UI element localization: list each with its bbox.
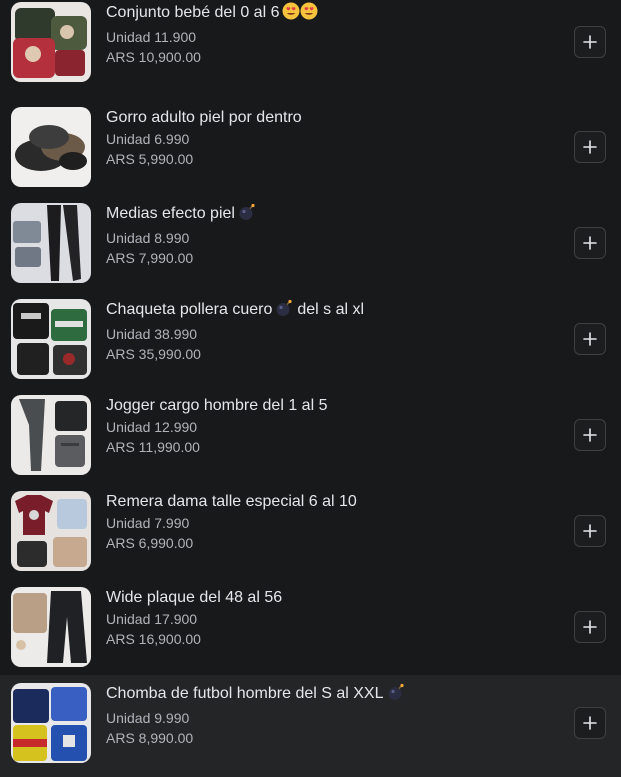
plus-icon xyxy=(583,620,597,634)
product-info: Gorro adulto piel por dentro Unidad 6.99… xyxy=(106,107,302,169)
ars-price: ARS 8,990.00 xyxy=(106,730,194,746)
product-row[interactable]: Remera dama talle especial 6 al 10 Unida… xyxy=(0,483,621,579)
product-row[interactable]: Chaqueta pollera cuero del s al xl Unidad… xyxy=(0,291,621,387)
product-info: Remera dama talle especial 6 al 10 Unida… xyxy=(106,491,357,553)
jogger-thumbnail[interactable] xyxy=(11,395,91,475)
ars-price: ARS 11,990.00 xyxy=(106,439,200,455)
product-row[interactable]: Chomba de futbol hombre del S al XXL Uni… xyxy=(0,675,621,777)
baby-set-thumbnail[interactable] xyxy=(11,2,91,82)
product-title: Conjunto bebé del 0 al 6 xyxy=(106,2,318,27)
plus-icon xyxy=(583,140,597,154)
unit-price: Unidad 17.900 xyxy=(106,611,198,627)
ars-price: ARS 7,990.00 xyxy=(106,250,194,266)
plus-icon xyxy=(583,35,597,49)
product-row[interactable]: Wide plaque del 48 al 56 Unidad 17.900 A… xyxy=(0,579,621,675)
add-button[interactable] xyxy=(574,611,606,643)
unit-price: Unidad 7.990 xyxy=(106,515,190,531)
beanie-image xyxy=(11,107,91,187)
plus-icon xyxy=(583,524,597,538)
product-title: Gorro adulto piel por dentro xyxy=(106,109,302,126)
heart-eyes-emoji-icon xyxy=(282,2,318,27)
add-button[interactable] xyxy=(574,227,606,259)
product-list: Conjunto bebé del 0 al 6 Unidad 11.900 A… xyxy=(0,0,621,777)
add-button[interactable] xyxy=(574,131,606,163)
wide-pants-image xyxy=(11,587,91,667)
unit-price: Unidad 6.990 xyxy=(106,131,190,147)
product-info: Wide plaque del 48 al 56 Unidad 17.900 A… xyxy=(106,587,282,649)
product-row[interactable]: Medias efecto piel Unidad 8.990 ARS 7,99… xyxy=(0,195,621,291)
soccer-shirt-image xyxy=(11,683,91,763)
tshirt-image xyxy=(11,491,91,571)
add-button[interactable] xyxy=(574,26,606,58)
product-title: Chomba de futbol hombre del S al XXL xyxy=(106,683,405,708)
product-row[interactable]: Jogger cargo hombre del 1 al 5 Unidad 12… xyxy=(0,387,621,483)
product-title: Medias efecto piel xyxy=(106,203,256,228)
jacket-thumbnail[interactable] xyxy=(11,299,91,379)
ars-price: ARS 16,900.00 xyxy=(106,631,201,647)
add-button[interactable] xyxy=(574,515,606,547)
unit-price: Unidad 11.900 xyxy=(106,29,197,45)
product-title: Remera dama talle especial 6 al 10 xyxy=(106,493,357,510)
ars-price: ARS 10,900.00 xyxy=(106,49,201,65)
add-button[interactable] xyxy=(574,323,606,355)
jogger-image xyxy=(11,395,91,475)
unit-price: Unidad 12.990 xyxy=(106,419,198,435)
bomb-emoji-icon xyxy=(275,299,293,324)
bomb-emoji-icon xyxy=(238,203,256,228)
plus-icon xyxy=(583,332,597,346)
product-title: Wide plaque del 48 al 56 xyxy=(106,589,283,606)
plus-icon xyxy=(583,428,597,442)
add-button[interactable] xyxy=(574,707,606,739)
ars-price: ARS 5,990.00 xyxy=(106,151,194,167)
unit-price: Unidad 9.990 xyxy=(106,710,190,726)
product-info: Chomba de futbol hombre del S al XXL Uni… xyxy=(106,683,405,748)
plus-icon xyxy=(583,716,597,730)
add-button[interactable] xyxy=(574,419,606,451)
bomb-emoji-icon xyxy=(387,683,405,708)
product-title: Jogger cargo hombre del 1 al 5 xyxy=(106,397,328,414)
unit-price: Unidad 8.990 xyxy=(106,230,190,246)
product-row[interactable]: Gorro adulto piel por dentro Unidad 6.99… xyxy=(0,99,621,195)
tights-image xyxy=(11,203,91,283)
product-title: Chaqueta pollera cuero del s al xl xyxy=(106,299,364,324)
ars-price: ARS 6,990.00 xyxy=(106,535,194,551)
baby-set-image xyxy=(11,2,91,82)
ars-price: ARS 35,990.00 xyxy=(106,346,201,362)
wide-pants-thumbnail[interactable] xyxy=(11,587,91,667)
product-info: Conjunto bebé del 0 al 6 Unidad 11.900 A… xyxy=(106,2,318,67)
soccer-shirt-thumbnail[interactable] xyxy=(11,683,91,763)
tshirt-thumbnail[interactable] xyxy=(11,491,91,571)
product-info: Medias efecto piel Unidad 8.990 ARS 7,99… xyxy=(106,203,256,268)
tights-thumbnail[interactable] xyxy=(11,203,91,283)
plus-icon xyxy=(583,236,597,250)
product-row[interactable]: Conjunto bebé del 0 al 6 Unidad 11.900 A… xyxy=(0,0,621,90)
beanie-thumbnail[interactable] xyxy=(11,107,91,187)
product-info: Jogger cargo hombre del 1 al 5 Unidad 12… xyxy=(106,395,327,457)
product-info: Chaqueta pollera cuero del s al xl Unidad… xyxy=(106,299,364,364)
jacket-image xyxy=(11,299,91,379)
unit-price: Unidad 38.990 xyxy=(106,326,198,342)
